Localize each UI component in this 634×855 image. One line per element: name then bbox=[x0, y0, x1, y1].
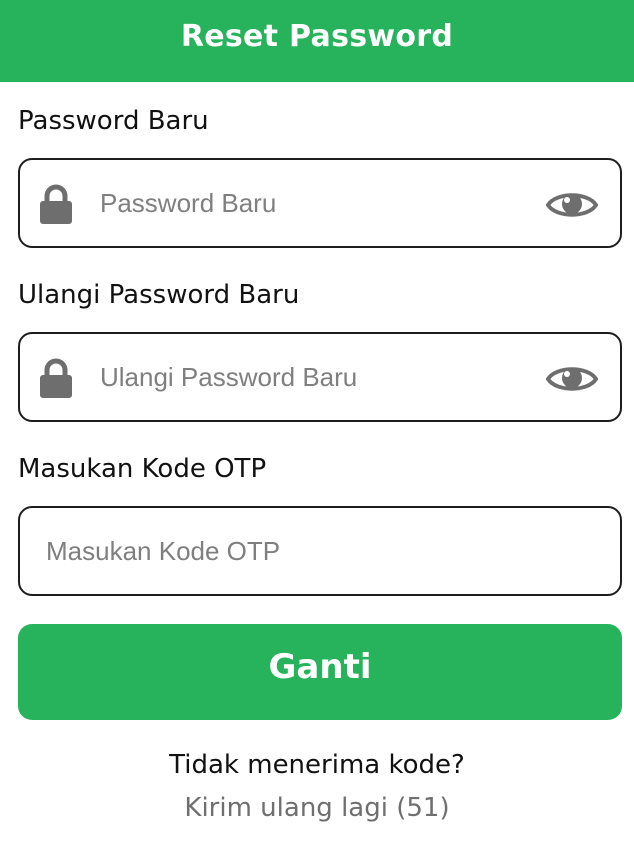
repeat-password-label: Ulangi Password Baru bbox=[18, 280, 300, 310]
resend-text: Kirim ulang lagi bbox=[184, 793, 388, 823]
resend-link[interactable]: Kirim ulang lagi (51) bbox=[0, 793, 634, 823]
otp-label: Masukan Kode OTP bbox=[18, 454, 267, 484]
lock-icon bbox=[40, 184, 72, 224]
app-header: Reset Password bbox=[0, 0, 634, 82]
new-password-label: Password Baru bbox=[18, 106, 209, 136]
eye-icon[interactable] bbox=[546, 188, 598, 222]
submit-button-label: Ganti bbox=[268, 647, 372, 687]
otp-input[interactable] bbox=[46, 508, 606, 594]
repeat-password-field-container bbox=[18, 332, 622, 422]
resend-countdown: (51) bbox=[396, 793, 450, 823]
lock-icon bbox=[40, 358, 72, 398]
eye-icon[interactable] bbox=[546, 362, 598, 396]
otp-field-container bbox=[18, 506, 622, 596]
new-password-input[interactable] bbox=[100, 160, 540, 246]
page-title: Reset Password bbox=[180, 18, 454, 54]
new-password-field-container bbox=[18, 158, 622, 248]
repeat-password-input[interactable] bbox=[100, 334, 540, 420]
submit-button[interactable]: Ganti bbox=[18, 624, 622, 720]
no-code-question: Tidak menerima kode? bbox=[169, 750, 465, 780]
